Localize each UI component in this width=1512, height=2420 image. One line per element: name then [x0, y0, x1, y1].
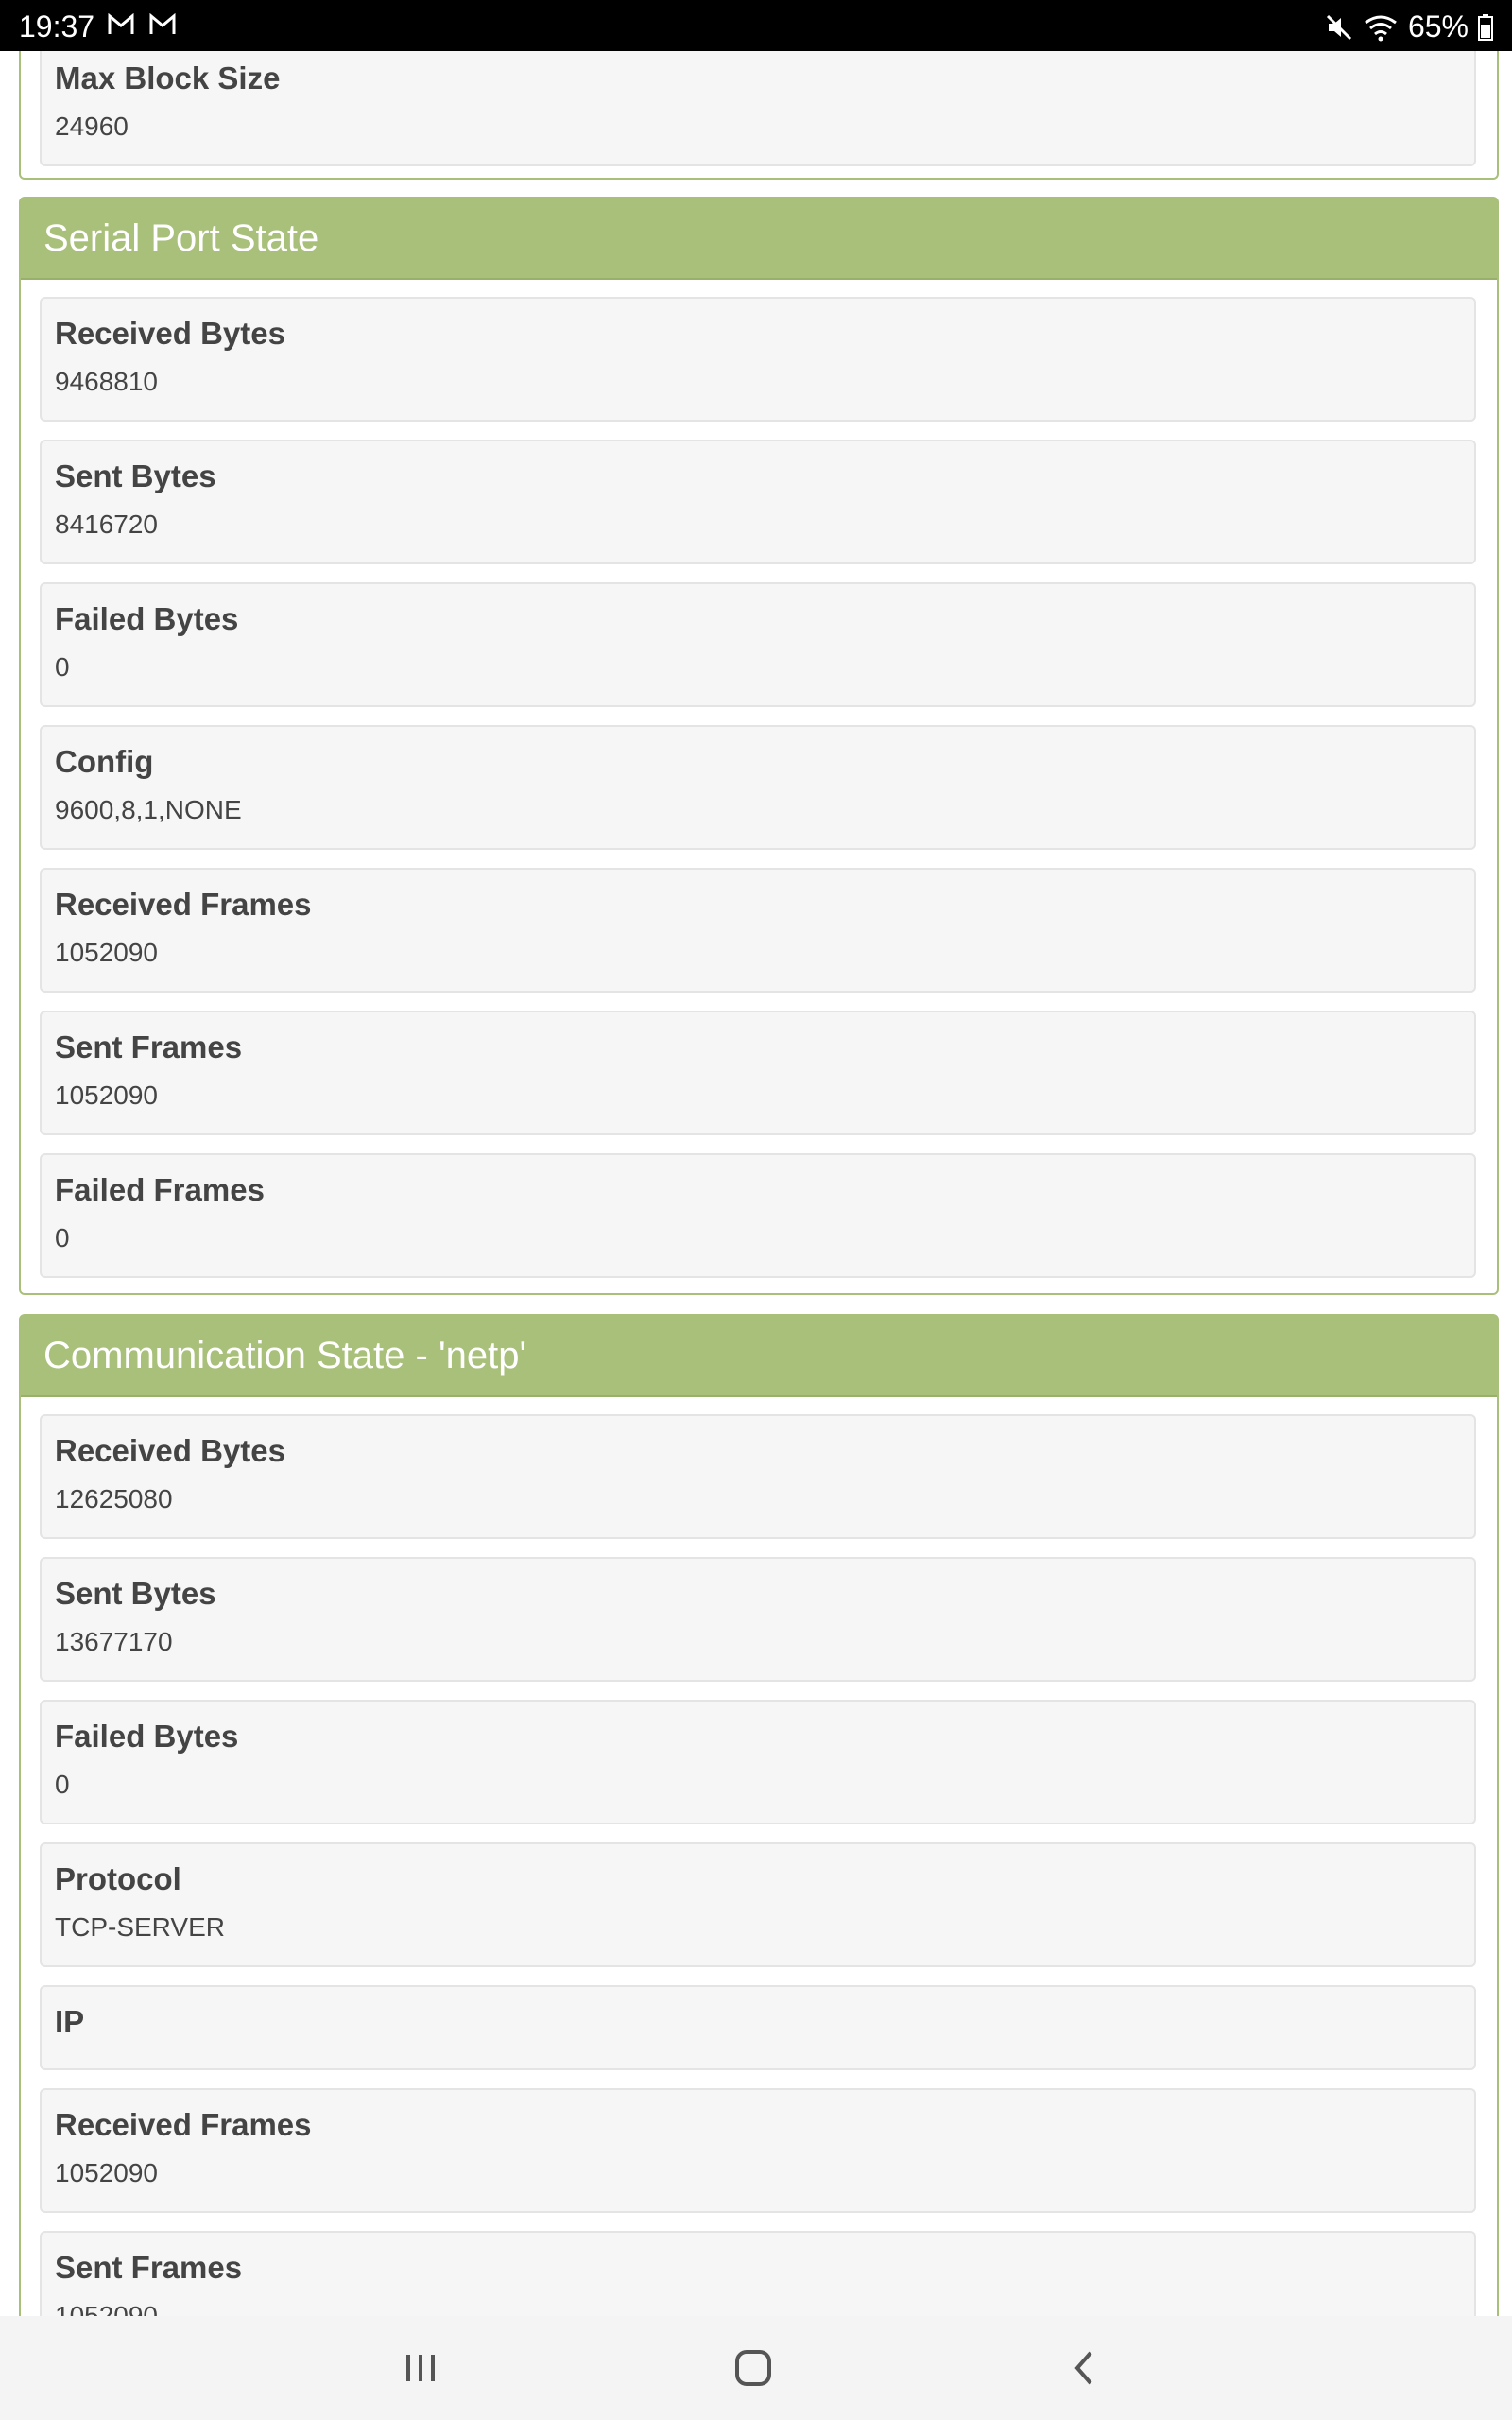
field-label: Protocol	[55, 1861, 181, 1896]
panel-title: Communication State - 'netp'	[21, 1316, 1497, 1397]
wifi-icon	[1365, 15, 1397, 41]
field-sent-frames: Sent Frames 1052090	[40, 2231, 1476, 2316]
gmail-icon	[149, 13, 176, 34]
field-ip: IP	[40, 1985, 1476, 2070]
home-icon[interactable]	[725, 2340, 782, 2396]
field-protocol: Protocol TCP-SERVER	[40, 1842, 1476, 1967]
recent-apps-icon[interactable]	[392, 2340, 449, 2396]
field-value: 1052090	[55, 938, 159, 967]
field-label: IP	[55, 2004, 85, 2039]
field-label: Received Frames	[55, 2107, 312, 2142]
battery-percent: 65%	[1407, 9, 1469, 43]
field-failed-bytes: Failed Bytes 0	[40, 582, 1476, 707]
page-content[interactable]: Max Block Size 24960 Serial Port State R…	[0, 51, 1512, 2316]
field-value: 24960	[55, 112, 129, 141]
field-received-frames: Received Frames 1052090	[40, 2088, 1476, 2213]
field-label: Failed Frames	[55, 1172, 265, 1207]
field-config: Config 9600,8,1,NONE	[40, 725, 1476, 850]
field-value: 12625080	[55, 1484, 173, 1513]
battery-icon	[1478, 13, 1493, 41]
communication-state-panel: Communication State - 'netp' Received By…	[19, 1314, 1499, 2316]
field-failed-frames: Failed Frames 0	[40, 1153, 1476, 1278]
navigation-bar	[0, 2316, 1512, 2420]
back-icon[interactable]	[1057, 2340, 1113, 2396]
field-label: Sent Bytes	[55, 458, 216, 493]
field-label: Failed Bytes	[55, 601, 239, 636]
field-label: Sent Bytes	[55, 1576, 216, 1611]
field-value: 8416720	[55, 510, 159, 539]
field-received-bytes: Received Bytes 12625080	[40, 1414, 1476, 1539]
field-value: 1052090	[55, 2301, 159, 2316]
field-label: Failed Bytes	[55, 1719, 239, 1754]
field-value: 1052090	[55, 2158, 159, 2187]
mute-icon	[1326, 14, 1352, 40]
field-value: 0	[55, 1223, 70, 1253]
field-max-block-size: Max Block Size 24960	[40, 51, 1476, 166]
field-failed-bytes: Failed Bytes 0	[40, 1700, 1476, 1824]
field-received-bytes: Received Bytes 9468810	[40, 297, 1476, 422]
field-value: 1052090	[55, 1080, 159, 1110]
field-value: 0	[55, 1770, 70, 1799]
field-value: 13677170	[55, 1627, 173, 1656]
device-panel: Max Block Size 24960	[19, 51, 1499, 180]
field-sent-bytes: Sent Bytes 8416720	[40, 440, 1476, 564]
field-label: Received Frames	[55, 887, 312, 922]
field-label: Config	[55, 744, 154, 779]
field-sent-frames: Sent Frames 1052090	[40, 1011, 1476, 1135]
field-label: Received Bytes	[55, 1433, 285, 1468]
field-label: Sent Frames	[55, 2250, 243, 2285]
field-value: 9600,8,1,NONE	[55, 795, 242, 824]
field-label: Received Bytes	[55, 316, 285, 351]
field-label: Sent Frames	[55, 1029, 243, 1064]
field-label: Max Block Size	[55, 60, 281, 95]
field-received-frames: Received Frames 1052090	[40, 868, 1476, 993]
field-value: 9468810	[55, 367, 159, 396]
status-bar: 19:37 65%	[0, 0, 1512, 51]
field-value: 0	[55, 652, 70, 682]
field-value: TCP-SERVER	[55, 1912, 225, 1942]
panel-title: Serial Port State	[21, 199, 1497, 280]
gmail-icon	[108, 13, 134, 34]
serial-port-state-panel: Serial Port State Received Bytes 9468810…	[19, 197, 1499, 1295]
field-sent-bytes: Sent Bytes 13677170	[40, 1557, 1476, 1682]
clock: 19:37	[19, 9, 95, 43]
